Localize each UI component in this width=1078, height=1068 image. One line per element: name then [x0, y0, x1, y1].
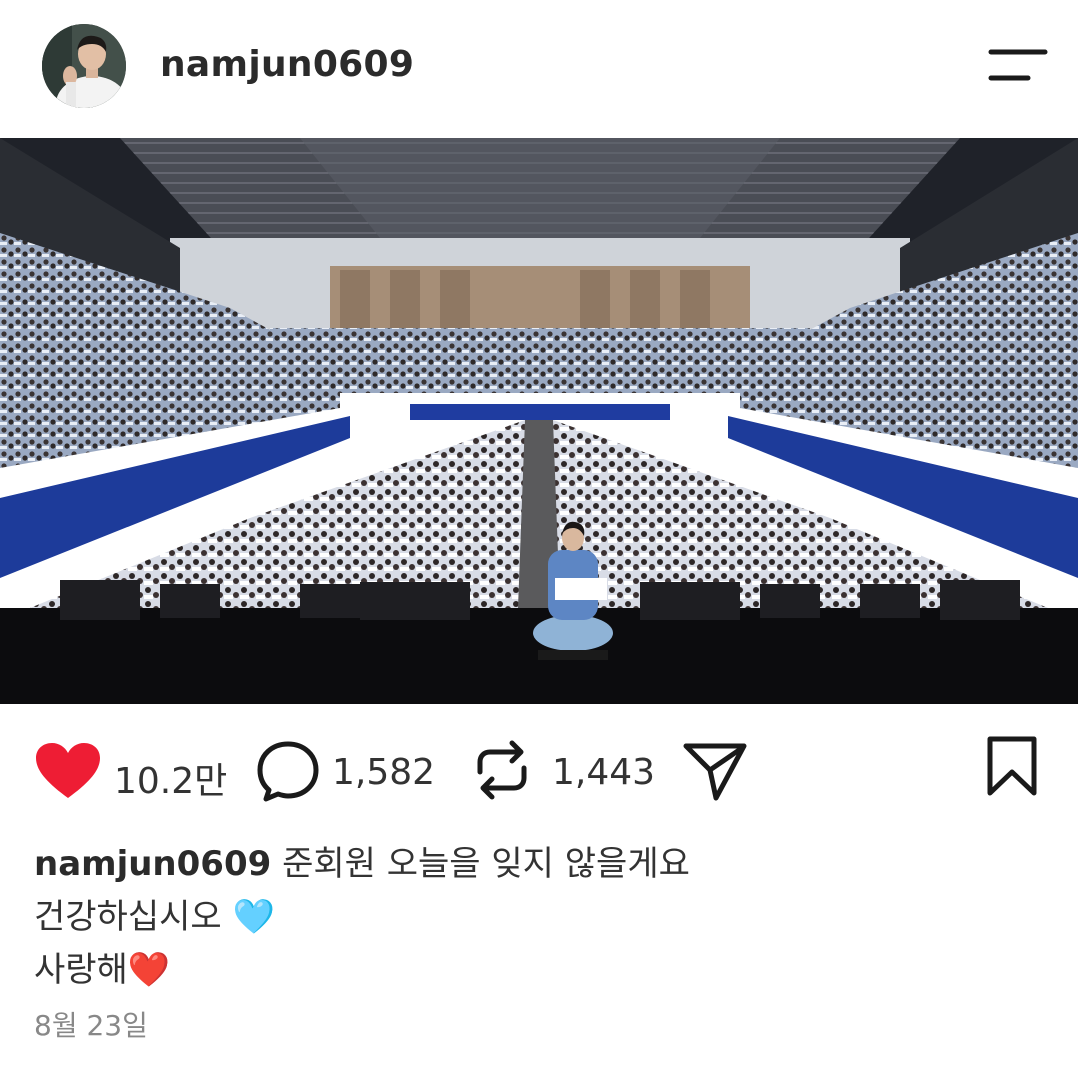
- concert-hall-photo: [0, 138, 1078, 704]
- post-header: namjun0609: [0, 0, 1078, 138]
- post-date: 8월 23일: [34, 1009, 148, 1042]
- bookmark-icon[interactable]: [986, 736, 1038, 800]
- repost-count[interactable]: 1,443: [552, 752, 655, 793]
- avatar-image: [42, 24, 126, 108]
- caption-line-3: 사랑해: [34, 950, 128, 990]
- avatar[interactable]: [42, 24, 126, 108]
- post-username[interactable]: namjun0609: [160, 44, 414, 85]
- menu-icon[interactable]: [988, 48, 1048, 84]
- comment-icon[interactable]: [256, 740, 320, 806]
- caption-line-1: 준회원 오늘을 잊지 않을게요: [282, 844, 690, 884]
- caption-username[interactable]: namjun0609: [34, 844, 271, 884]
- post-caption: namjun0609 준회원 오늘을 잊지 않을게요 건강하십시오 🩵 사랑해❤…: [34, 838, 690, 997]
- action-bar: 10.2만 1,582 1,443: [0, 730, 1078, 810]
- heart-icon[interactable]: [34, 742, 102, 804]
- caption-line-2: 건강하십시오: [34, 897, 222, 937]
- repost-icon[interactable]: [474, 738, 530, 806]
- post-photo[interactable]: [0, 138, 1078, 704]
- send-icon[interactable]: [682, 740, 748, 806]
- red-heart-icon: ❤️: [127, 950, 171, 990]
- light-blue-heart-icon: 🩵: [232, 897, 275, 937]
- comment-count[interactable]: 1,582: [332, 752, 435, 793]
- like-count[interactable]: 10.2만: [114, 752, 227, 804]
